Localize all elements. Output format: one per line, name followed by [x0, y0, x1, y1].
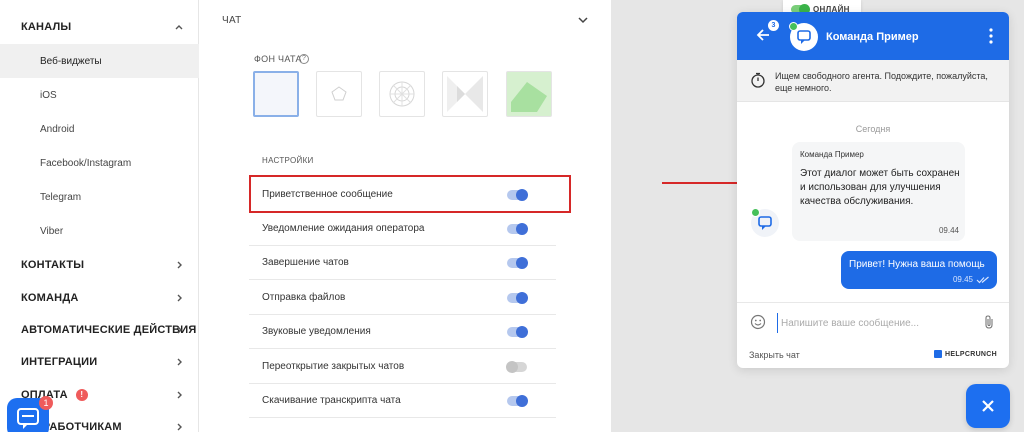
unread-badge: 1	[39, 396, 53, 410]
settings-section-label: НАСТРОЙКИ	[262, 156, 314, 165]
chat-completion-toggle[interactable]	[507, 257, 528, 269]
sidebar-section-label: КОНТАКТЫ	[21, 259, 85, 271]
brand-name: HELPCRUNCH	[945, 350, 997, 358]
ornament-pattern-icon	[389, 81, 415, 107]
emoji-icon[interactable]	[750, 314, 766, 330]
message-author: Команда Пример	[800, 150, 864, 159]
sidebar-item-ios[interactable]: iOS	[0, 78, 199, 112]
setting-label: Завершение чатов	[262, 257, 349, 268]
panel-title: ЧАТ	[222, 15, 242, 26]
close-icon	[982, 400, 994, 412]
chevron-right-icon	[177, 391, 182, 399]
sidebar-section-label: КОМАНДА	[21, 292, 79, 304]
sound-notifications-toggle[interactable]	[507, 326, 528, 338]
incoming-message: Команда Пример Этот диалог может быть со…	[792, 142, 965, 241]
help-icon[interactable]: ?	[299, 54, 309, 64]
pentagon-pattern-icon	[331, 86, 347, 101]
setting-label: Отправка файлов	[262, 292, 346, 303]
sidebar-item-label: Android	[40, 123, 75, 135]
chevron-up-icon	[175, 25, 183, 30]
sidebar-section-label: ИНТЕГРАЦИИ	[21, 356, 98, 368]
message-text: Этот диалог может быть сохранен и исполь…	[800, 168, 960, 207]
widget-footer: Закрыть чат HELPCRUNCH	[737, 342, 1009, 368]
sidebar-item-android[interactable]: Android	[0, 112, 199, 146]
waiting-notice: Ищем свободного агента. Подождите, пожал…	[737, 60, 1009, 102]
setting-row-file-sending: Отправка файлов	[249, 281, 556, 315]
chevron-right-icon	[177, 358, 182, 366]
background-swatch-pentagon[interactable]	[316, 71, 362, 117]
highlight-frame	[249, 175, 571, 213]
sidebar-section-contacts[interactable]: КОНТАКТЫ	[0, 248, 199, 282]
setting-label: Скачивание транскрипта чата	[262, 395, 401, 406]
green-pattern-icon	[511, 82, 547, 112]
chevron-down-icon[interactable]	[577, 14, 589, 26]
online-dot	[751, 208, 760, 217]
chevron-right-icon	[177, 423, 182, 431]
sidebar-section-automation[interactable]: АВТОМАТИЧЕСКИЕ ДЕЙСТВИЯ	[0, 313, 199, 347]
sidebar-item-label: Telegram	[40, 191, 82, 203]
sidebar-item-facebook-instagram[interactable]: Facebook/Instagram	[0, 146, 199, 180]
setting-row-sound-notifications: Звуковые уведомления	[249, 315, 556, 349]
close-chat-link[interactable]: Закрыть чат	[749, 350, 800, 360]
background-label: ФОН ЧАТА	[254, 54, 302, 64]
unread-count-badge: 3	[768, 20, 779, 31]
geometric-pattern-icon	[447, 76, 483, 112]
message-composer	[737, 302, 1009, 342]
message-time: 09.44	[938, 226, 959, 235]
sidebar: КАНАЛЫ Веб-виджеты iOS Android Facebook/…	[0, 0, 199, 432]
operator-wait-toggle[interactable]	[507, 223, 528, 235]
sidebar-section-label: АВТОМАТИЧЕСКИЕ ДЕЙСТВИЯ	[21, 324, 197, 336]
chevron-right-icon	[177, 294, 182, 302]
widget-title: Команда Пример	[826, 31, 919, 43]
message-time: 09.45	[952, 275, 973, 284]
widget-header: 3 Команда Пример	[737, 12, 1009, 60]
reopen-chats-toggle[interactable]	[506, 361, 527, 373]
notice-text: Ищем свободного агента. Подождите, пожал…	[775, 71, 988, 93]
file-sending-toggle[interactable]	[507, 292, 528, 304]
sidebar-item-web-widgets[interactable]: Веб-виджеты	[0, 44, 199, 78]
setting-label: Переоткрытие закрытых чатов	[262, 361, 405, 372]
sidebar-section-team[interactable]: КОМАНДА	[0, 281, 199, 315]
online-dot	[789, 22, 798, 31]
sidebar-item-label: Веб-виджеты	[40, 55, 102, 67]
brand-logo[interactable]: HELPCRUNCH	[934, 350, 997, 358]
chat-settings-panel: ЧАТ ФОН ЧАТА ? НАСТРОЙКИ Приветственное …	[199, 0, 611, 432]
chat-widget: 3 Команда Пример Ищем свободного агента.…	[737, 12, 1009, 368]
background-swatch-geometric[interactable]	[442, 71, 488, 117]
background-swatch-green[interactable]	[506, 71, 552, 117]
sidebar-section-channels[interactable]: КАНАЛЫ	[0, 10, 199, 44]
chevron-right-icon	[177, 326, 182, 334]
setting-row-reopen-chats: Переоткрытие закрытых чатов	[249, 350, 556, 384]
setting-row-operator-wait: Уведомление ожидания оператора	[249, 212, 556, 246]
brand-mark-icon	[934, 350, 942, 358]
background-swatch-plain[interactable]	[253, 71, 299, 117]
sidebar-item-label: iOS	[40, 89, 57, 101]
sidebar-item-telegram[interactable]: Telegram	[0, 180, 199, 214]
setting-label: Уведомление ожидания оператора	[262, 223, 425, 234]
message-text: Привет! Нужна ваша помощь	[849, 259, 985, 270]
widget-close-button[interactable]	[966, 384, 1010, 428]
warning-badge: !	[75, 389, 88, 401]
sidebar-item-viber[interactable]: Viber	[0, 214, 199, 248]
setting-row-chat-completion: Завершение чатов	[249, 246, 556, 280]
background-swatch-ornament[interactable]	[379, 71, 425, 117]
message-input[interactable]	[777, 313, 977, 333]
setting-label: Звуковые уведомления	[262, 326, 371, 337]
sidebar-item-label: Facebook/Instagram	[40, 157, 132, 169]
sidebar-section-label: КАНАЛЫ	[21, 21, 72, 33]
date-separator: Сегодня	[855, 124, 891, 134]
stopwatch-icon	[751, 72, 765, 88]
sidebar-section-integrations[interactable]: ИНТЕГРАЦИИ	[0, 345, 199, 379]
outgoing-message: Привет! Нужна ваша помощь 09.45	[841, 251, 997, 289]
paperclip-icon[interactable]	[983, 314, 995, 330]
sidebar-item-label: Viber	[40, 225, 64, 237]
more-vertical-icon[interactable]	[989, 28, 993, 44]
back-arrow-icon[interactable]	[755, 27, 771, 43]
setting-row-transcript-download: Скачивание транскрипта чата	[249, 384, 556, 418]
double-check-icon	[976, 276, 989, 284]
chevron-right-icon	[177, 261, 182, 269]
transcript-download-toggle[interactable]	[507, 395, 528, 407]
